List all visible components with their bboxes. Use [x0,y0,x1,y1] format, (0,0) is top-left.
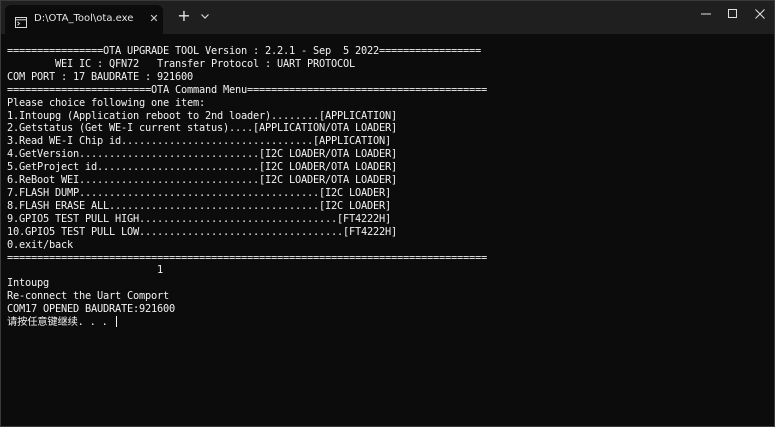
terminal-console[interactable]: ================OTA UPGRADE TOOL Version… [1,34,774,426]
console-line: 6.ReBoot WEI............................… [7,174,397,187]
new-tab-button[interactable]: + [175,7,193,25]
tab-title: D:\OTA_Tool\ota.exe [34,13,134,24]
console-line: 5.GetProject id.........................… [7,161,397,174]
console-line: Re-connect the Uart Comport [7,290,169,303]
terminal-icon [15,13,27,28]
console-line: 1 [7,264,163,277]
console-line: COM PORT : 17 BAUDRATE : 921600 [7,70,193,83]
title-bar[interactable]: D:\OTA_Tool\ota.exe ✕ + [1,1,774,34]
tab-close-button[interactable]: ✕ [148,13,160,25]
terminal-tab[interactable]: D:\OTA_Tool\ota.exe ✕ [5,5,163,34]
console-output: ================OTA UPGRADE TOOL Version… [7,45,487,329]
console-line: ================OTA UPGRADE TOOL Version… [7,45,481,57]
console-line: 3.Read WE-I Chip id.....................… [7,135,391,148]
console-line: WEI IC : QFN72 Transfer Protocol : UART … [7,57,355,70]
console-line: Intoupg [7,277,49,290]
close-icon [755,9,765,19]
console-line: 2.Getstatus (Get WE-I current status)...… [7,122,397,135]
console-line: 0.exit/back [7,238,73,251]
console-line: ========================OTA Command Menu… [7,83,487,96]
console-line: 1.Intoupg (Application reboot to 2nd loa… [7,109,397,122]
console-line: 9.GPIO5 TEST PULL HIGH..................… [7,212,391,225]
console-prompt-line: 请按任意键继续. . . [7,316,114,329]
console-line: ========================================… [7,251,487,264]
tab-dropdown-button[interactable] [198,8,212,24]
console-line: Please choice following one item: [7,96,205,109]
chevron-down-icon [201,14,209,19]
console-line: 10.GPIO5 TEST PULL LOW..................… [7,225,397,238]
text-cursor [115,316,117,328]
window-close-button[interactable] [738,1,774,27]
console-line: 4.GetVersion............................… [7,148,397,161]
console-line: 7.FLASH DUMP............................… [7,186,391,199]
terminal-window: D:\OTA_Tool\ota.exe ✕ + ================… [0,0,775,427]
console-line: 8.FLASH ERASE ALL.......................… [7,199,391,212]
console-line: COM17 OPENED BAUDRATE:921600 [7,303,175,316]
